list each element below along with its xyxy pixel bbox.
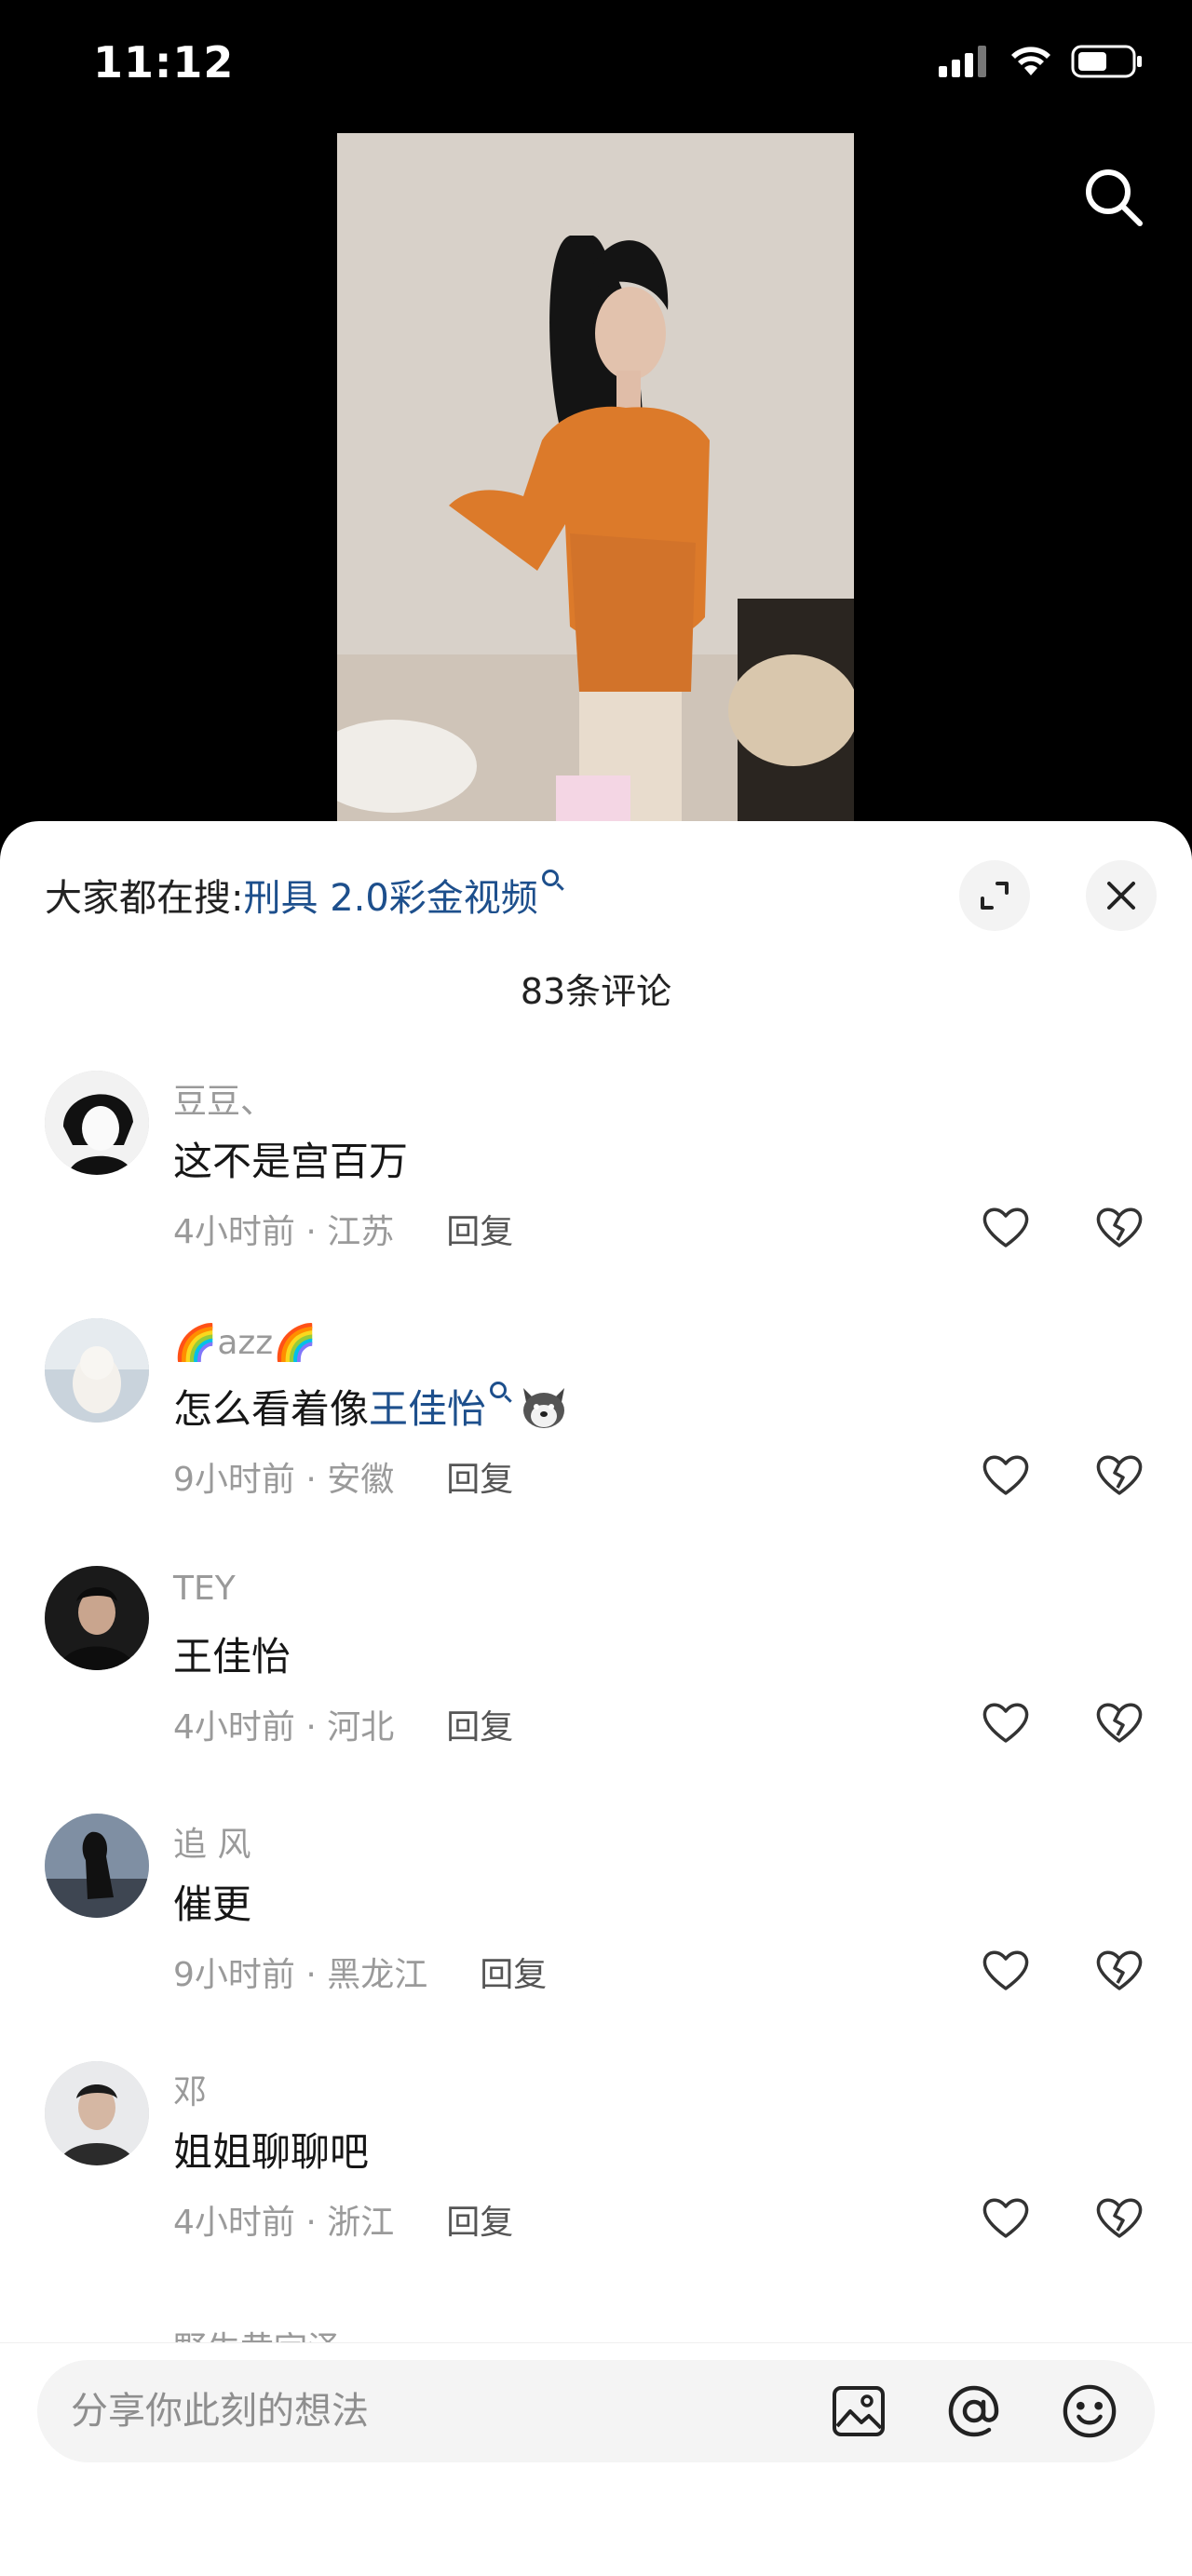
comment-count: 83条评论: [520, 971, 672, 1012]
expand-button[interactable]: [959, 860, 1030, 931]
broken-heart-icon: [1096, 1950, 1143, 1990]
comment-meta: 4小时前 · 江苏 回复: [173, 1205, 513, 1253]
avatar[interactable]: [45, 1071, 149, 1175]
husky-emoji-icon: [523, 1387, 565, 1428]
heart-icon: [982, 2198, 1029, 2238]
comment-search-link[interactable]: 王佳怡: [369, 1378, 486, 1435]
rainbow-emoji-icon: 🌈: [273, 1322, 318, 1363]
like-button[interactable]: [978, 1694, 1034, 1750]
reply-button[interactable]: 回复: [480, 1948, 547, 1996]
comment-time-location: 9小时前 · 安徽: [173, 1461, 395, 1499]
comment-time-location: 9小时前 · 黑龙江: [173, 1956, 428, 1994]
rainbow-emoji-icon: 🌈: [173, 1322, 218, 1363]
video-thumbnail: [337, 133, 854, 822]
status-icons: [939, 45, 1144, 78]
close-button[interactable]: [1086, 860, 1157, 931]
comment-text: 催更: [173, 1873, 251, 1930]
comment-text-body: 姐姐聊聊吧: [173, 2129, 370, 2175]
signal-icon: [939, 46, 986, 77]
comment-username[interactable]: TEY: [173, 1570, 236, 1608]
broken-heart-icon: [1096, 1207, 1143, 1248]
comment-text-body: 怎么看着像: [173, 1386, 370, 1432]
heart-icon: [982, 1455, 1029, 1495]
dislike-button[interactable]: [1091, 1942, 1147, 1998]
comment-sheet: 大家都在搜: 刑具 2.0彩金视频 83条评论 豆豆、 这不是宫百万 4小时前 …: [0, 821, 1192, 2576]
search-small-icon: [541, 870, 559, 886]
emoji-button[interactable]: [1062, 2383, 1118, 2439]
heart-icon: [982, 1207, 1029, 1248]
broken-heart-icon: [1096, 2198, 1143, 2238]
like-button[interactable]: [978, 1447, 1034, 1503]
hot-search-prefix: 大家都在搜:: [45, 877, 244, 920]
comment-list: 豆豆、 这不是宫百万 4小时前 · 江苏 回复 🌈 azz 🌈 怎么看着像 王佳…: [0, 1071, 1192, 2309]
comment-username[interactable]: 追 风: [173, 1817, 251, 1866]
comment-text: 这不是宫百万: [173, 1130, 408, 1187]
dislike-button[interactable]: [1091, 2190, 1147, 2246]
comment-time-location: 4小时前 · 江苏: [173, 1213, 395, 1251]
comment-item: 🌈 azz 🌈 怎么看着像 王佳怡 9小时前 · 安徽 回复: [0, 1318, 1192, 1566]
like-button[interactable]: [978, 1942, 1034, 1998]
dislike-button[interactable]: [1091, 1447, 1147, 1503]
image-icon: [833, 2386, 885, 2436]
broken-heart-icon: [1096, 1455, 1143, 1495]
comment-username[interactable]: 邓: [173, 2065, 207, 2113]
avatar[interactable]: [45, 1814, 149, 1918]
avatar[interactable]: [45, 1566, 149, 1670]
reply-button[interactable]: 回复: [446, 2195, 513, 2244]
battery-icon: [1071, 45, 1142, 78]
image-button[interactable]: [831, 2383, 887, 2439]
at-icon: [948, 2385, 999, 2437]
reply-button[interactable]: 回复: [446, 1205, 513, 1253]
comment-username[interactable]: 🌈 azz 🌈: [173, 1322, 318, 1364]
comment-input-container: [37, 2360, 1155, 2462]
comment-username[interactable]: 豆豆、: [173, 1074, 274, 1123]
close-icon: [1107, 882, 1135, 910]
search-small-icon: [490, 1381, 508, 1398]
heart-icon: [982, 1703, 1029, 1743]
avatar[interactable]: [45, 1318, 149, 1423]
comment-meta: 4小时前 · 河北 回复: [173, 1700, 513, 1748]
comment-time-location: 4小时前 · 河北: [173, 1708, 395, 1747]
comment-meta: 9小时前 · 黑龙江 回复: [173, 1948, 547, 1996]
comment-input[interactable]: [71, 2360, 797, 2462]
mention-button[interactable]: [946, 2383, 1002, 2439]
search-icon: [1086, 169, 1143, 226]
comment-text: 怎么看着像 王佳怡: [173, 1378, 570, 1435]
expand-icon: [981, 882, 1009, 910]
comment-meta: 4小时前 · 浙江 回复: [173, 2195, 513, 2244]
comment-text: 姐姐聊聊吧: [173, 2121, 369, 2178]
like-button[interactable]: [978, 1199, 1034, 1255]
status-bar: 11:12: [0, 0, 1192, 130]
dislike-button[interactable]: [1091, 1694, 1147, 1750]
comment-username-text: azz: [217, 1324, 274, 1362]
search-button[interactable]: [1077, 160, 1151, 235]
video-player[interactable]: [337, 133, 854, 822]
sheet-header: 大家都在搜: 刑具 2.0彩金视频 83条评论: [0, 821, 1192, 1012]
comment-text: 王佳怡: [173, 1625, 291, 1682]
broken-heart-icon: [1096, 1703, 1143, 1743]
comment-item: 豆豆、 这不是宫百万 4小时前 · 江苏 回复: [0, 1071, 1192, 1318]
comment-text-body: 王佳怡: [173, 1634, 291, 1679]
like-button[interactable]: [978, 2190, 1034, 2246]
dislike-button[interactable]: [1091, 1199, 1147, 1255]
hot-search-bar[interactable]: 大家都在搜: 刑具 2.0彩金视频: [45, 868, 559, 922]
comment-meta: 9小时前 · 安徽 回复: [173, 1452, 513, 1501]
comment-time-location: 4小时前 · 浙江: [173, 2204, 395, 2242]
heart-icon: [982, 1950, 1029, 1990]
comment-item: TEY 王佳怡 4小时前 · 河北 回复: [0, 1566, 1192, 1814]
comment-text-body: 催更: [173, 1881, 252, 1927]
comment-item: 追 风 催更 9小时前 · 黑龙江 回复: [0, 1814, 1192, 2061]
wifi-icon: [1011, 47, 1050, 75]
comment-item: 邓 姐姐聊聊吧 4小时前 · 浙江 回复: [0, 2061, 1192, 2309]
comment-input-bar: [0, 2342, 1192, 2576]
reply-button[interactable]: 回复: [446, 1452, 513, 1501]
status-time: 11:12: [93, 37, 235, 88]
comment-text-body: 这不是宫百万: [173, 1139, 409, 1184]
reply-button[interactable]: 回复: [446, 1700, 513, 1748]
emoji-icon: [1063, 2384, 1117, 2438]
avatar[interactable]: [45, 2061, 149, 2165]
hot-search-link[interactable]: 刑具 2.0彩金视频: [243, 868, 537, 922]
